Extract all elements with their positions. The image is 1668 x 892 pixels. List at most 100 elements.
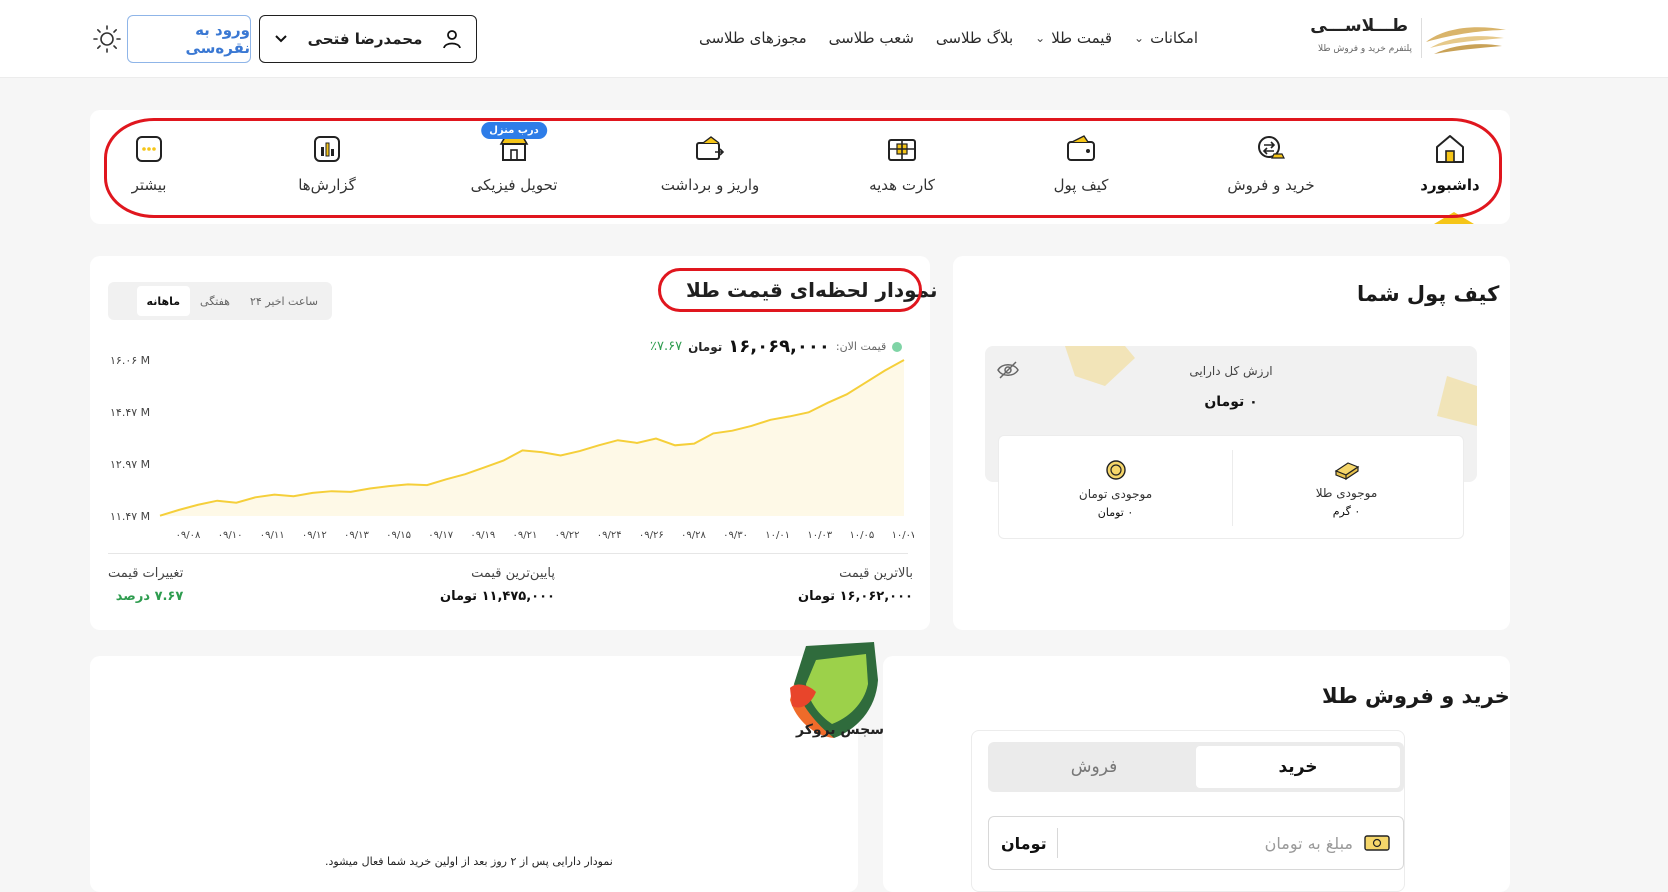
x-tick-label: ۰۹/۱۷ [428, 530, 453, 541]
x-tick-label: ۱۰/۰۱ [765, 530, 790, 541]
watermark-text: سجس بروکر [796, 722, 885, 738]
current-price-unit: تومان [688, 339, 723, 354]
tile-dashboard[interactable]: داشبورد [1420, 132, 1480, 202]
more-icon [136, 136, 162, 162]
x-tick-label: ۰۹/۱۲ [302, 530, 327, 541]
deposit-withdraw-icon [696, 136, 725, 160]
tile-gift-card-label: کارت هدیه [869, 176, 935, 194]
toman-balance-value: ۰ تومان [1097, 505, 1134, 519]
current-price-change: ٪۷.۶۷ [650, 339, 683, 354]
x-tick-label: ۰۹/۲۲ [555, 530, 580, 541]
nav-features[interactable]: امکانات ⌄ [1134, 29, 1198, 47]
tile-more-label: بیشتر [131, 176, 167, 194]
stat-max-price: بالاترین قیمت ۱۶,۰۶۲,۰۰۰ تومان [798, 566, 913, 604]
nav-licenses-label: مجوزهای طلاسی [698, 29, 807, 47]
stat-min-price: پایین‌ترین قیمت ۱۱,۴۷۵,۰۰۰ تومان [440, 566, 555, 604]
x-tick-label: ۰۹/۲۶ [639, 530, 664, 541]
tile-wallet[interactable]: کیف پول [1046, 132, 1116, 202]
main-nav: امکانات ⌄ قیمت طلا ⌄ بلاگ طلاسی شعب طلاس… [699, 26, 1198, 50]
tile-wallet-label: کیف پول [1053, 176, 1109, 194]
price-area-fill [160, 360, 904, 516]
login-noghresi-button[interactable]: ورود به نقره‌سی [127, 15, 251, 63]
x-tick-label: ۰۹/۱۰ [218, 530, 243, 541]
logo-mark-icon [1426, 27, 1506, 54]
x-tick-label: ۰۹/۱۵ [386, 530, 411, 541]
stat-price-change: تغییرات قیمت ۷.۶۷ درصد [108, 566, 183, 604]
nav-licenses[interactable]: مجوزهای طلاسی [699, 29, 807, 47]
logo-divider [1421, 18, 1422, 58]
stat-change-label: تغییرات قیمت [108, 566, 184, 581]
chevron-down-icon: ⌄ [1035, 31, 1046, 45]
gift-card-icon [888, 139, 916, 161]
live-status-dot [892, 341, 903, 352]
wallet-icon [1067, 135, 1095, 161]
tile-buy-sell[interactable]: خرید و فروش [1216, 132, 1326, 202]
x-tick-label: ۰۹/۰۸ [176, 530, 201, 541]
current-price: قیمت الان: ۱۶,۰۶۹,۰۰۰ تومان ٪۷.۶۷ [650, 336, 903, 357]
stats-divider [108, 553, 908, 554]
sell-tab[interactable]: فروش [992, 746, 1196, 788]
chevron-down-icon: ⌄ [1134, 31, 1145, 45]
buy-sell-title: خرید و فروش طلا [1322, 684, 1510, 708]
amount-field: تومان [988, 816, 1404, 870]
range-tab-24h[interactable]: ۲۴ ساعت اخیر [240, 286, 328, 316]
x-tick-label: ۰۹/۲۴ [597, 530, 622, 541]
unit-separator [1056, 828, 1058, 858]
current-price-label: قیمت الان: [835, 340, 887, 353]
amount-unit: تومان [1001, 833, 1047, 853]
theme-toggle-sun-icon[interactable] [92, 24, 122, 54]
stat-max-value: ۱۶,۰۶۲,۰۰۰ تومان [798, 589, 913, 604]
tile-physical-delivery[interactable]: درب منزل تحویل فیزیکی [456, 122, 572, 202]
y-tick-label: ۱۶.۰۶ M [110, 356, 150, 367]
price-chart-title: نمودار لحظه‌ای قیمت طلا [686, 278, 938, 302]
nav-gold-price[interactable]: قیمت طلا ⌄ [1035, 29, 1112, 47]
x-tick-label: ۰۹/۱۳ [344, 530, 369, 541]
buy-sell-toggle: خرید فروش [988, 742, 1404, 792]
wallet-title: کیف پول شما [1357, 282, 1500, 306]
toman-balance: موجودی تومان ۰ تومان [999, 436, 1232, 540]
logo-tagline: پلتفرم خرید و فروش طلا [1318, 44, 1412, 54]
current-price-value: ۱۶,۰۶۹,۰۰۰ [728, 336, 830, 357]
gold-balance: موجودی طلا ۰ گرم [1230, 436, 1463, 540]
tile-more[interactable]: بیشتر [124, 132, 174, 202]
gold-bar-icon [1334, 461, 1359, 480]
user-name: محمدرضا فتحی [307, 30, 423, 48]
x-tick-label: ۰۹/۱۹ [470, 530, 495, 541]
cash-icon [1364, 835, 1390, 851]
x-tick-label: ۱۰/۰۷ [892, 530, 914, 541]
tile-buy-sell-label: خرید و فروش [1227, 176, 1315, 194]
home-icon [1436, 135, 1464, 163]
x-tick-label: ۰۹/۲۸ [681, 530, 706, 541]
tile-gift-card[interactable]: کارت هدیه [860, 132, 944, 202]
chart-range-tabs: ۲۴ ساعت اخیر هفتگی ماهانه [108, 282, 332, 320]
tile-physical-delivery-label: تحویل فیزیکی [470, 176, 558, 194]
tile-reports[interactable]: گزارش‌ها [284, 132, 370, 202]
exchange-icon [1258, 136, 1285, 159]
nav-features-label: امکانات [1150, 29, 1198, 47]
range-tab-monthly[interactable]: ماهانه [136, 286, 191, 316]
nav-branches[interactable]: شعب طلاسی [829, 29, 914, 47]
chevron-down-icon [275, 35, 287, 43]
user-icon [443, 30, 461, 49]
asset-chart-note: نمودار دارایی پس از ۲ روز بعد از اولین خ… [325, 855, 613, 868]
coin-icon [1105, 459, 1126, 480]
sub-balances-box: موجودی طلا ۰ گرم موجودی تومان ۰ تومان [998, 435, 1464, 539]
home-delivery-badge: درب منزل [481, 122, 547, 139]
range-tab-weekly[interactable]: هفتگی [190, 286, 240, 316]
gold-balance-label: موجودی طلا [1315, 485, 1378, 500]
x-tick-label: ۰۹/۲۱ [513, 530, 538, 541]
tile-reports-label: گزارش‌ها [298, 176, 356, 194]
nav-branches-label: شعب طلاسی [828, 29, 914, 47]
x-tick-label: ۱۰/۰۳ [807, 530, 832, 541]
buy-tab[interactable]: خرید [1196, 746, 1400, 788]
stat-change-value: ۷.۶۷ درصد [115, 589, 184, 604]
x-tick-label: ۱۰/۰۵ [849, 530, 874, 541]
x-tick-label: ۰۹/۱۱ [260, 530, 285, 541]
amount-input[interactable] [1067, 833, 1353, 853]
logo[interactable]: طـــلاســـی پلتفرم خرید و فروش طلا [1310, 14, 1508, 62]
tile-deposit-withdraw[interactable]: واریز و برداشت [652, 132, 768, 202]
gold-balance-value: ۰ گرم [1332, 504, 1361, 518]
nav-blog[interactable]: بلاگ طلاسی [936, 29, 1013, 47]
user-menu-button[interactable]: محمدرضا فتحی [259, 15, 477, 63]
price-line-chart[interactable]: ۱۶.۰۶ M ۱۴.۴۷ M ۱۲.۹۷ M ۱۱.۴۷ M ۰۹/۰۸ ۰۹/۱۰ ۰۹… [108, 356, 914, 542]
